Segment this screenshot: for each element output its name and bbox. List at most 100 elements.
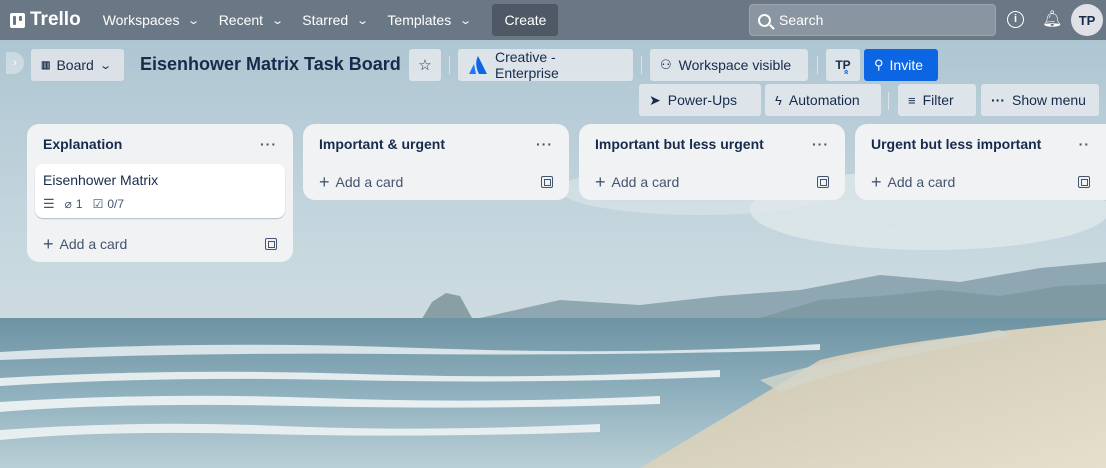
list-urgent-less-important[interactable]: Urgent but less important ·· + Add a car… bbox=[855, 124, 1106, 200]
board-header: › ▥ Board ⌄ Eisenhower Matrix Task Board… bbox=[0, 40, 1106, 120]
list-menu-icon[interactable]: ··· bbox=[812, 136, 829, 152]
power-ups-label: Power-Ups bbox=[667, 92, 737, 108]
chevron-down-icon: ⌄ bbox=[98, 59, 112, 72]
member-initials: TP bbox=[835, 58, 850, 72]
visibility-button[interactable]: ⚇ Workspace visible bbox=[650, 49, 808, 81]
list-header: Important but less urgent ··· bbox=[587, 124, 837, 164]
checklist-count: 0/7 bbox=[107, 197, 125, 211]
search-icon bbox=[758, 13, 771, 27]
star-board-button[interactable]: ☆ bbox=[409, 49, 441, 81]
create-from-template-icon[interactable] bbox=[817, 176, 829, 188]
chevron-down-icon: ⌄ bbox=[356, 14, 370, 27]
list-menu-icon[interactable]: ·· bbox=[1079, 136, 1090, 152]
search-input[interactable]: Search bbox=[749, 4, 996, 36]
list-explanation[interactable]: Explanation ··· Eisenhower Matrix ☰ ⌀ 1 … bbox=[27, 124, 293, 262]
create-from-template-icon[interactable] bbox=[541, 176, 553, 188]
trello-logo[interactable]: Trello bbox=[10, 9, 81, 31]
checkbox-icon: ☑ bbox=[92, 197, 104, 211]
add-member-icon: ⚲ bbox=[874, 57, 884, 72]
add-card-button[interactable]: + Add a card bbox=[871, 173, 955, 191]
board-title[interactable]: Eisenhower Matrix Task Board bbox=[140, 54, 401, 75]
show-menu-label: Show menu bbox=[1012, 92, 1086, 108]
top-navigation-bar: Trello Workspaces ⌄ Recent ⌄ Starred ⌄ T… bbox=[0, 0, 1106, 40]
recent-label: Recent bbox=[218, 12, 264, 28]
automation-button[interactable]: ϟ Automation bbox=[765, 84, 881, 116]
plus-icon: + bbox=[595, 172, 606, 192]
trello-logo-icon bbox=[10, 12, 25, 28]
recent-menu[interactable]: Recent ⌄ bbox=[209, 4, 293, 36]
create-button[interactable]: Create bbox=[492, 4, 559, 36]
templates-label: Templates bbox=[387, 12, 452, 28]
add-card-label: Add a card bbox=[59, 236, 128, 252]
filter-button[interactable]: ≡ Filter bbox=[898, 84, 976, 116]
invite-button[interactable]: ⚲ Invite bbox=[864, 49, 938, 81]
info-icon[interactable]: i bbox=[1007, 11, 1024, 28]
workspace-button[interactable]: Creative - Enterprise bbox=[458, 49, 633, 81]
invite-label: Invite bbox=[889, 57, 923, 73]
visibility-label: Workspace visible bbox=[678, 57, 792, 73]
list-important-less-urgent[interactable]: Important but less urgent ··· + Add a ca… bbox=[579, 124, 845, 200]
chevron-down-icon: ⌄ bbox=[459, 14, 473, 27]
create-from-template-icon[interactable] bbox=[1078, 176, 1090, 188]
chevron-down-icon: ⌄ bbox=[187, 14, 201, 27]
workspaces-label: Workspaces bbox=[102, 12, 180, 28]
plus-icon: + bbox=[871, 172, 882, 192]
board-view-icon: ▥ bbox=[41, 59, 51, 71]
list-title[interactable]: Important & urgent bbox=[319, 136, 445, 152]
list-menu-icon[interactable]: ··· bbox=[536, 136, 553, 152]
filter-label: Filter bbox=[922, 92, 954, 108]
starred-menu[interactable]: Starred ⌄ bbox=[292, 4, 377, 36]
show-menu-button[interactable]: ··· Show menu bbox=[981, 84, 1099, 116]
card-badges: ☰ ⌀ 1 ☑ 0/7 bbox=[43, 196, 277, 212]
automation-label: Automation bbox=[788, 92, 860, 108]
rocket-icon: ➤ bbox=[649, 91, 661, 108]
attachment-badge: ⌀ 1 bbox=[65, 197, 83, 211]
board-view-switcher[interactable]: ▥ Board ⌄ bbox=[31, 49, 124, 81]
workspaces-menu[interactable]: Workspaces ⌄ bbox=[93, 4, 209, 36]
filter-icon: ≡ bbox=[908, 92, 916, 108]
add-card-label: Add a card bbox=[335, 174, 404, 190]
divider bbox=[888, 92, 889, 110]
chevron-down-icon: ⌄ bbox=[271, 14, 285, 27]
list-header: Urgent but less important ·· bbox=[863, 124, 1098, 164]
paperclip-icon: ⌀ bbox=[64, 197, 72, 211]
add-card-button[interactable]: + Add a card bbox=[595, 173, 679, 191]
divider bbox=[641, 56, 642, 74]
list-title[interactable]: Urgent but less important bbox=[871, 136, 1041, 152]
add-card-button[interactable]: + Add a card bbox=[43, 235, 127, 253]
user-avatar[interactable]: TP bbox=[1071, 4, 1103, 36]
list-important-urgent[interactable]: Important & urgent ··· + Add a card bbox=[303, 124, 569, 200]
notifications-bell-icon[interactable]: 🔔︎ bbox=[1042, 9, 1062, 29]
add-card-row: + Add a card bbox=[587, 164, 837, 200]
divider bbox=[817, 56, 818, 74]
star-icon: ☆ bbox=[418, 57, 432, 74]
list-header: Explanation ··· bbox=[35, 124, 285, 164]
list-title[interactable]: Important but less urgent bbox=[595, 136, 764, 152]
list-menu-icon[interactable]: ··· bbox=[260, 136, 277, 152]
description-icon: ☰ bbox=[43, 196, 55, 211]
add-card-row: + Add a card bbox=[311, 164, 561, 200]
templates-menu[interactable]: Templates ⌄ bbox=[377, 4, 480, 36]
checklist-badge: ☑ 0/7 bbox=[93, 197, 124, 211]
more-icon: ··· bbox=[991, 92, 1005, 108]
power-ups-button[interactable]: ➤ Power-Ups bbox=[639, 84, 761, 116]
add-card-button[interactable]: + Add a card bbox=[319, 173, 403, 191]
add-card-row: + Add a card bbox=[863, 164, 1098, 200]
card[interactable]: Eisenhower Matrix ☰ ⌀ 1 ☑ 0/7 bbox=[35, 164, 285, 218]
card-title: Eisenhower Matrix bbox=[43, 172, 159, 188]
board-member-avatar[interactable]: TP bbox=[826, 49, 860, 81]
trello-logo-text: Trello bbox=[30, 9, 81, 30]
sidebar-expand-button[interactable]: › bbox=[6, 52, 24, 74]
starred-label: Starred bbox=[302, 12, 349, 28]
attachment-count: 1 bbox=[75, 197, 83, 211]
plus-icon: + bbox=[319, 172, 330, 192]
create-from-template-icon[interactable] bbox=[265, 238, 277, 250]
workspace-label: Creative - Enterprise bbox=[495, 49, 559, 81]
list-header: Important & urgent ··· bbox=[311, 124, 561, 164]
add-card-label: Add a card bbox=[611, 174, 680, 190]
search-placeholder: Search bbox=[779, 12, 824, 28]
divider bbox=[449, 56, 450, 74]
add-card-label: Add a card bbox=[887, 174, 956, 190]
list-title[interactable]: Explanation bbox=[43, 136, 122, 152]
lightning-icon: ϟ bbox=[775, 92, 782, 108]
